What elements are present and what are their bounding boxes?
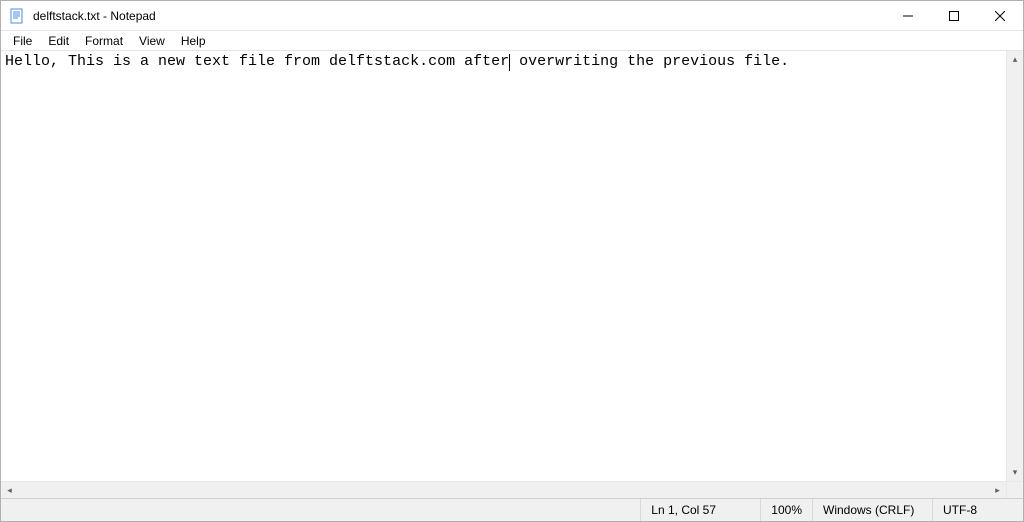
text-after-caret: overwriting the previous file. (510, 53, 789, 70)
scroll-right-icon[interactable]: ▸ (989, 482, 1006, 498)
vertical-scrollbar[interactable]: ▴ ▾ (1006, 51, 1023, 481)
horizontal-scrollbar-row: ◂ ▸ (1, 481, 1023, 498)
menu-format[interactable]: Format (77, 32, 131, 50)
menu-file[interactable]: File (5, 32, 40, 50)
menu-help[interactable]: Help (173, 32, 214, 50)
status-zoom: 100% (761, 499, 813, 521)
window-controls (885, 1, 1023, 30)
maximize-button[interactable] (931, 1, 977, 30)
scroll-corner (1006, 481, 1023, 498)
scroll-down-icon[interactable]: ▾ (1007, 464, 1023, 481)
status-line-ending: Windows (CRLF) (813, 499, 933, 521)
status-cursor-position: Ln 1, Col 57 (641, 499, 761, 521)
text-before-caret: Hello, This is a new text file from delf… (5, 53, 509, 70)
scroll-up-icon[interactable]: ▴ (1007, 51, 1023, 68)
editor-wrapper: Hello, This is a new text file from delf… (1, 51, 1023, 481)
window-title: delftstack.txt - Notepad (31, 9, 885, 23)
horizontal-scroll-track[interactable] (18, 482, 989, 498)
status-spacer (1, 499, 641, 521)
menu-edit[interactable]: Edit (40, 32, 77, 50)
notepad-icon (9, 8, 25, 24)
status-bar: Ln 1, Col 57 100% Windows (CRLF) UTF-8 (1, 498, 1023, 521)
scroll-left-icon[interactable]: ◂ (1, 482, 18, 498)
menu-view[interactable]: View (131, 32, 173, 50)
status-encoding: UTF-8 (933, 499, 1023, 521)
title-bar: delftstack.txt - Notepad (1, 1, 1023, 31)
close-button[interactable] (977, 1, 1023, 30)
vertical-scroll-track[interactable] (1007, 68, 1023, 464)
minimize-button[interactable] (885, 1, 931, 30)
text-editor[interactable]: Hello, This is a new text file from delf… (1, 51, 1006, 481)
horizontal-scrollbar[interactable]: ◂ ▸ (1, 481, 1006, 498)
menu-bar: File Edit Format View Help (1, 31, 1023, 51)
